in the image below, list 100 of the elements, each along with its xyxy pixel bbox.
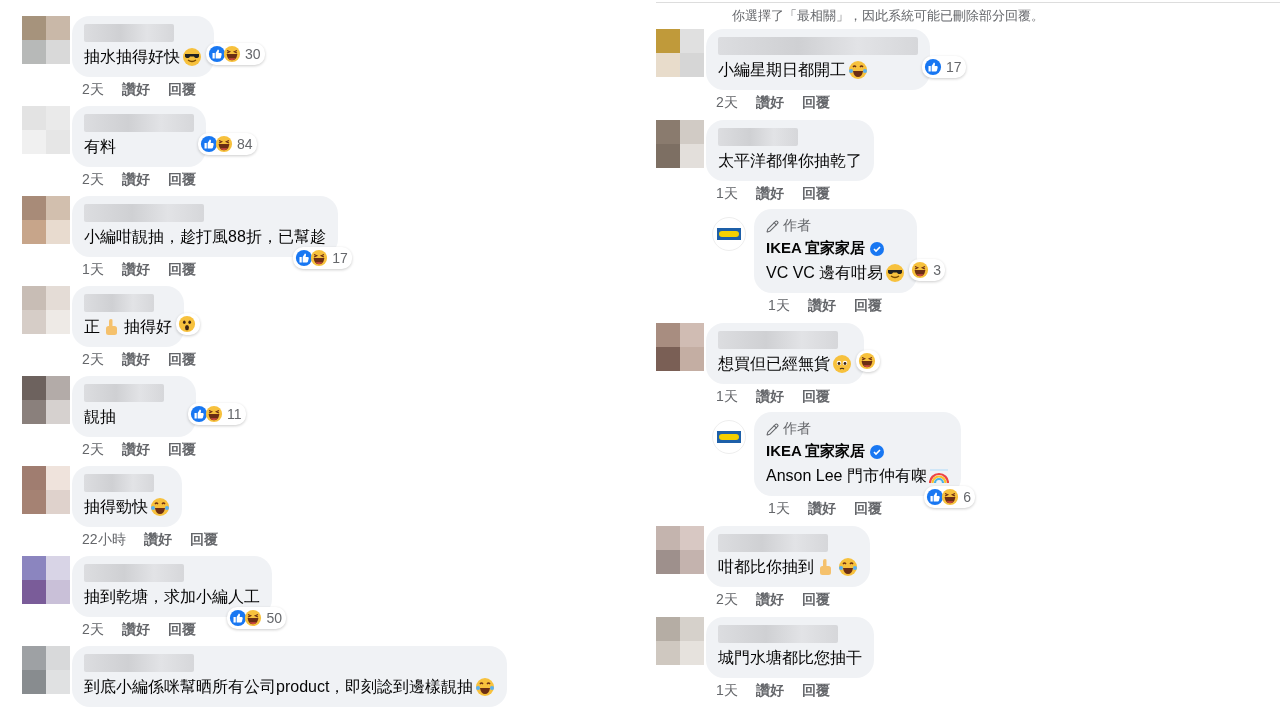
laughing-face-icon	[911, 261, 930, 279]
like-link[interactable]: 讚好	[121, 81, 150, 105]
comment-time: 2天	[82, 621, 104, 639]
sunglasses-face-icon	[182, 47, 202, 67]
reply-link[interactable]: 回覆	[167, 261, 196, 285]
pencil-icon	[766, 422, 779, 436]
reaction-count: 50	[266, 610, 282, 626]
comment-text: 咁都比你抽到	[718, 557, 814, 577]
comment-text: 抽到乾塘，求加小編人工	[84, 587, 260, 607]
laughing-face-icon	[223, 45, 241, 63]
like-link[interactable]: 讚好	[121, 171, 150, 195]
like-link[interactable]: 讚好	[807, 500, 836, 524]
laughing-tears-icon	[838, 557, 858, 577]
like-link[interactable]: 讚好	[143, 531, 172, 555]
like-link[interactable]: 讚好	[121, 621, 150, 645]
like-icon	[190, 405, 208, 423]
author-label: 作者	[783, 217, 811, 235]
comment-text: 抽得勁快	[84, 497, 148, 517]
comment-text: Anson Lee 門市仲有㗎	[766, 466, 927, 486]
like-icon	[926, 488, 945, 506]
comment-time: 1天	[768, 500, 790, 518]
reply-link[interactable]: 回覆	[801, 94, 830, 118]
commenter-name[interactable]: IKEA 宜家家居	[766, 239, 866, 258]
reaction-pill[interactable]: 3	[909, 259, 946, 281]
comment-time: 2天	[82, 81, 104, 99]
commenter-name[interactable]: IKEA 宜家家居	[766, 442, 866, 461]
comment-text: 太平洋都俾你抽乾了	[718, 151, 862, 171]
like-icon	[208, 45, 226, 63]
like-link[interactable]: 讚好	[755, 682, 784, 706]
store-logo-icon	[717, 228, 741, 240]
comment-time: 1天	[716, 682, 738, 700]
like-link[interactable]: 讚好	[121, 261, 150, 285]
reaction-pill[interactable]: 17	[293, 247, 352, 269]
reaction-pill[interactable]: 30	[206, 43, 265, 65]
reaction-count: 17	[946, 59, 962, 75]
reaction-pill[interactable]	[856, 350, 880, 372]
comment-time: 1天	[716, 388, 738, 406]
like-icon	[200, 135, 218, 153]
reply-link[interactable]: 回覆	[853, 500, 882, 524]
reaction-pill[interactable]: 11	[188, 403, 246, 425]
comment-time: 22小時	[82, 531, 126, 549]
like-link[interactable]: 讚好	[755, 185, 784, 209]
comment-text: 靚抽	[84, 407, 116, 427]
like-link[interactable]: 讚好	[755, 388, 784, 412]
reply-link[interactable]: 回覆	[189, 531, 218, 555]
reply-link[interactable]: 回覆	[801, 185, 830, 209]
like-link[interactable]: 讚好	[807, 297, 836, 321]
reaction-count: 17	[332, 250, 348, 266]
sunglasses-face-icon	[885, 263, 906, 283]
pencil-icon	[766, 219, 779, 233]
reply-link[interactable]: 回覆	[167, 171, 196, 195]
laughing-face-icon	[215, 135, 233, 153]
like-icon	[229, 609, 248, 627]
reaction-pill[interactable]: 50	[227, 607, 286, 629]
teary-face-icon	[832, 354, 852, 374]
reaction-pill[interactable]	[176, 313, 200, 335]
comment-text: 到底小編係咪幫晒所有公司product，即刻諗到邊樣靚抽	[84, 677, 474, 697]
reply-link[interactable]: 回覆	[167, 621, 196, 645]
like-link[interactable]: 讚好	[755, 94, 784, 118]
reply-link[interactable]: 回覆	[853, 297, 882, 321]
laughing-tears-icon	[475, 677, 496, 697]
reaction-count: 6	[963, 489, 971, 505]
comment-time: 2天	[716, 591, 738, 609]
reply-link[interactable]: 回覆	[801, 591, 830, 615]
comment-text: 有料	[84, 137, 116, 157]
like-link[interactable]: 讚好	[755, 591, 784, 615]
reaction-count: 30	[245, 46, 261, 62]
comment-time: 2天	[82, 441, 104, 459]
laughing-tears-icon	[848, 60, 868, 80]
reaction-count: 3	[933, 262, 942, 278]
reply-link[interactable]: 回覆	[167, 351, 196, 375]
like-link[interactable]: 讚好	[121, 441, 150, 465]
reaction-pill[interactable]: 6	[924, 486, 975, 508]
reaction-count: 84	[237, 136, 253, 152]
like-icon	[924, 58, 942, 76]
like-icon	[295, 249, 314, 267]
laughing-face-icon	[858, 352, 876, 370]
redacted-name	[84, 474, 154, 492]
reply-link[interactable]: 回覆	[801, 682, 830, 706]
laughing-tears-icon	[150, 497, 170, 517]
comment-text: 正	[84, 317, 100, 337]
laughing-face-icon	[205, 405, 223, 423]
comment-time: 2天	[82, 351, 104, 369]
like-link[interactable]: 讚好	[121, 351, 150, 375]
comment-text: 抽水抽得好快	[84, 47, 180, 67]
store-logo-icon	[717, 431, 741, 443]
reply-link[interactable]: 回覆	[167, 441, 196, 465]
laughing-face-icon	[310, 249, 329, 267]
redacted-name	[84, 294, 154, 312]
rainbow-icon	[928, 466, 949, 486]
reaction-pill[interactable]: 17	[922, 56, 966, 78]
comment-time: 1天	[82, 261, 104, 279]
comment-text: 小編星期日都開工	[718, 60, 846, 80]
comment-text: 抽得好	[124, 317, 172, 337]
author-label: 作者	[783, 420, 811, 438]
comment-text: VC VC 邊有咁易	[766, 263, 884, 283]
reaction-pill[interactable]: 84	[198, 133, 257, 155]
reply-link[interactable]: 回覆	[801, 388, 830, 412]
reaction-count: 11	[227, 406, 242, 422]
reply-link[interactable]: 回覆	[167, 81, 196, 105]
